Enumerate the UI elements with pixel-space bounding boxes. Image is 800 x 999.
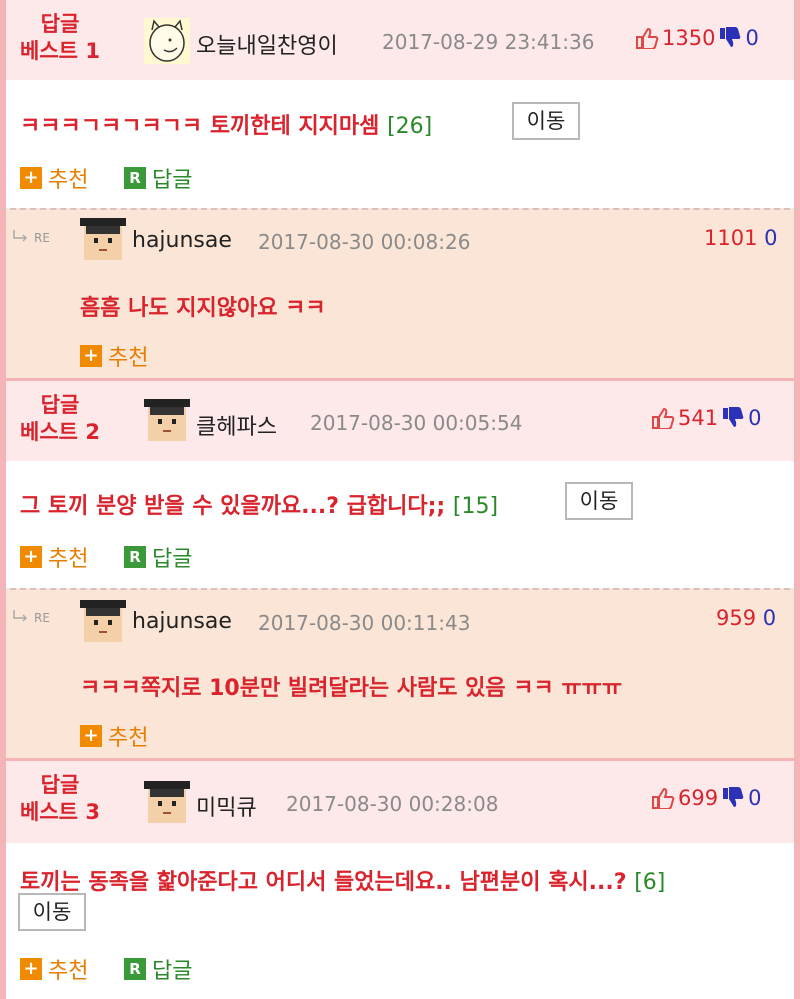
recommend-label: 추천 [48, 168, 89, 193]
comment-date: 2017-08-30 00:11:43 [258, 611, 471, 635]
vote-area: 541 0 [648, 406, 761, 430]
reply-count[interactable]: [15] [453, 494, 498, 519]
comment-date: 2017-08-30 00:05:54 [310, 411, 523, 435]
downvote-count: 0 [748, 406, 762, 430]
recommend-button[interactable]: + 추천 [20, 162, 88, 194]
reply-label: 답글 [152, 168, 193, 193]
best-rank-label: 답글 베스트 2 [0, 392, 120, 446]
thumbs-down-icon[interactable] [721, 407, 745, 429]
comment-date: 2017-08-29 23:41:36 [382, 30, 595, 54]
move-button[interactable]: 이동 [565, 482, 633, 520]
plus-icon: + [80, 345, 102, 367]
recommend-button[interactable]: + 추천 [80, 340, 148, 372]
reply-r-icon: R [124, 546, 146, 568]
comment-text: 토끼는 동족을 핥아준다고 어디서 들었는데요.. 남편분이 혹시...? [6… [20, 864, 665, 896]
rank-line-2: 베스트 1 [20, 39, 100, 63]
avatar[interactable] [144, 779, 190, 825]
comment-date: 2017-08-30 00:08:26 [258, 230, 471, 254]
best-rank-label: 답글 베스트 1 [0, 11, 120, 65]
recommend-label: 추천 [48, 547, 89, 572]
recommend-label: 추천 [108, 346, 149, 371]
vote-area: 699 0 [648, 786, 761, 810]
downvote-count: 0 [745, 26, 759, 50]
re-label: RE [34, 611, 50, 625]
upvote-count: 959 [716, 606, 757, 630]
move-button[interactable]: 이동 [18, 893, 86, 931]
comment-body: ㅋㅋㅋ쪽지로 10분만 빌려달라는 사람도 있음 ㅋㅋ ㅠㅠㅠ [80, 676, 623, 701]
comment-body: 그 토끼 분양 받을 수 있을까요...? 급합니다;; [20, 494, 446, 519]
downvote-count: 0 [762, 606, 777, 630]
plus-icon: + [20, 958, 42, 980]
reply-button[interactable]: R 답글 [124, 541, 192, 573]
re-label: RE [34, 231, 50, 245]
reply-button[interactable]: R 답글 [124, 162, 192, 194]
plus-icon: + [20, 546, 42, 568]
thumbs-down-icon[interactable] [721, 787, 745, 809]
reply-r-icon: R [124, 958, 146, 980]
avatar[interactable] [144, 397, 190, 443]
reply-button[interactable]: R 답글 [124, 953, 192, 985]
rank-line-1: 답글 [40, 773, 80, 797]
thumbs-up-icon[interactable] [651, 787, 675, 809]
recommend-button[interactable]: + 추천 [20, 541, 88, 573]
best-rank-label: 답글 베스트 3 [0, 772, 120, 826]
comment-text: ㅋㅋㅋㄱㅋㄱㅋㄱㅋ 토끼한테 지지마셈 [26] [20, 108, 432, 140]
plus-icon: + [80, 725, 102, 747]
upvote-count: 541 [678, 406, 719, 430]
reply-count[interactable]: [26] [387, 114, 432, 139]
reply-r-icon: R [124, 167, 146, 189]
comment-body: ㅋㅋㅋㄱㅋㄱㅋㄱㅋ 토끼한테 지지마셈 [20, 114, 380, 139]
re-arrow-icon [13, 230, 28, 242]
thumbs-down-icon[interactable] [718, 27, 742, 49]
reply-count[interactable]: [6] [634, 870, 665, 895]
upvote-count: 699 [678, 786, 719, 810]
recommend-label: 추천 [108, 726, 149, 751]
rank-line-1: 답글 [40, 393, 80, 417]
avatar[interactable] [80, 598, 126, 644]
author-nickname[interactable]: 클헤파스 [196, 409, 277, 441]
vote-area: 1101 0 [704, 226, 778, 250]
vote-area: 1350 0 [632, 26, 759, 50]
recommend-button[interactable]: + 추천 [20, 953, 88, 985]
upvote-count: 1350 [662, 26, 716, 50]
author-nickname[interactable]: 미믹큐 [196, 790, 257, 822]
vote-area: 959 0 [716, 606, 776, 630]
author-nickname[interactable]: hajunsae [132, 228, 232, 253]
thumbs-up-icon[interactable] [651, 407, 675, 429]
upvote-count: 1101 [704, 226, 758, 250]
plus-icon: + [20, 167, 42, 189]
avatar[interactable] [144, 18, 190, 64]
rank-line-1: 답글 [40, 12, 80, 36]
move-button[interactable]: 이동 [512, 102, 580, 140]
comment-body: 토끼는 동족을 핥아준다고 어디서 들었는데요.. 남편분이 혹시...? [20, 870, 627, 895]
comment-text: 그 토끼 분양 받을 수 있을까요...? 급합니다;; [15] [20, 488, 498, 520]
comment-date: 2017-08-30 00:28:08 [286, 792, 499, 816]
recommend-label: 추천 [48, 959, 89, 984]
thumbs-up-icon[interactable] [635, 27, 659, 49]
reply-label: 답글 [152, 547, 193, 572]
downvote-count: 0 [748, 786, 762, 810]
best-comment-1-body [0, 80, 800, 208]
best-comment-2-body [0, 461, 800, 588]
rank-line-2: 베스트 3 [20, 800, 100, 824]
re-arrow-icon [13, 610, 28, 622]
downvote-count: 0 [764, 226, 778, 250]
recommend-button[interactable]: + 추천 [80, 720, 148, 752]
author-nickname[interactable]: hajunsae [132, 609, 232, 634]
author-nickname[interactable]: 오늘내일찬영이 [196, 28, 338, 60]
comment-body: 흠흠 나도 지지않아요 ㅋㅋ [80, 296, 326, 321]
rank-line-2: 베스트 2 [20, 420, 100, 444]
reply-label: 답글 [152, 959, 193, 984]
avatar[interactable] [80, 216, 126, 262]
